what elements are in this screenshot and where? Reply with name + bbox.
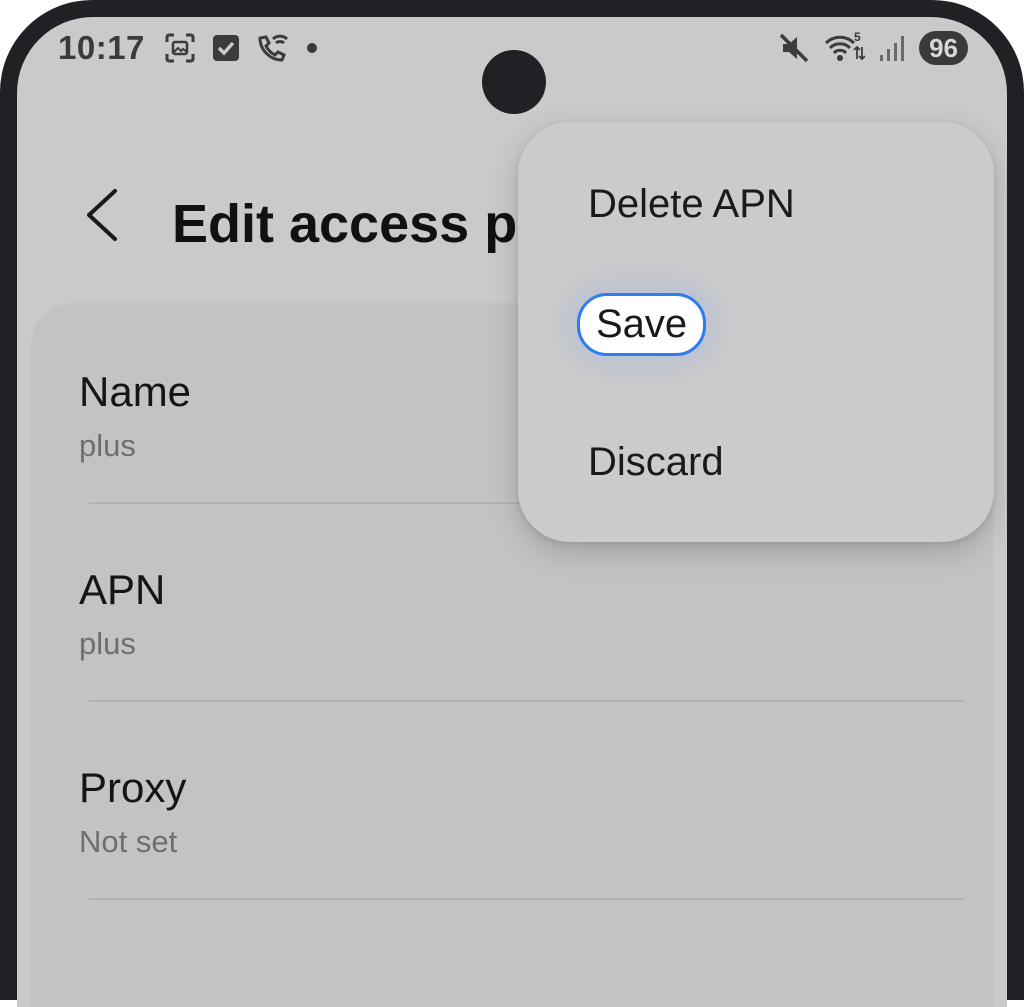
signal-icon <box>877 33 907 63</box>
checkbox-icon <box>211 33 241 63</box>
overflow-menu: Delete APN Save Discard <box>518 122 994 542</box>
divider <box>89 700 965 702</box>
setting-row-proxy[interactable]: Proxy Not set <box>79 764 959 860</box>
battery-badge: 96 <box>919 31 968 65</box>
svg-text:5: 5 <box>854 31 861 44</box>
wifi-calling-icon <box>255 31 291 65</box>
screen: 10:17 5 96 Edit access p Name plus APN p… <box>17 17 1007 1007</box>
screenshot-icon <box>163 31 197 65</box>
phone-frame: 10:17 5 96 Edit access p Name plus APN p… <box>0 0 1024 1007</box>
status-time: 10:17 <box>58 29 145 66</box>
setting-value: Not set <box>79 824 178 859</box>
menu-item-delete-apn[interactable]: Delete APN <box>588 182 795 227</box>
dot-icon <box>305 41 319 55</box>
wifi-5-icon: 5 <box>823 31 866 65</box>
setting-value: plus <box>79 626 136 661</box>
camera-cutout <box>482 50 546 114</box>
status-bar-left: 10:17 <box>58 29 319 67</box>
setting-row-apn[interactable]: APN plus <box>79 566 959 662</box>
chevron-left-icon[interactable] <box>79 187 129 243</box>
menu-item-discard[interactable]: Discard <box>588 440 724 485</box>
mute-icon <box>777 31 811 65</box>
page-title: Edit access p <box>172 194 518 254</box>
menu-item-save[interactable]: Save <box>577 293 707 356</box>
status-bar-right: 5 96 <box>777 29 968 67</box>
setting-label: Proxy <box>79 764 187 811</box>
setting-label: APN <box>79 566 166 613</box>
